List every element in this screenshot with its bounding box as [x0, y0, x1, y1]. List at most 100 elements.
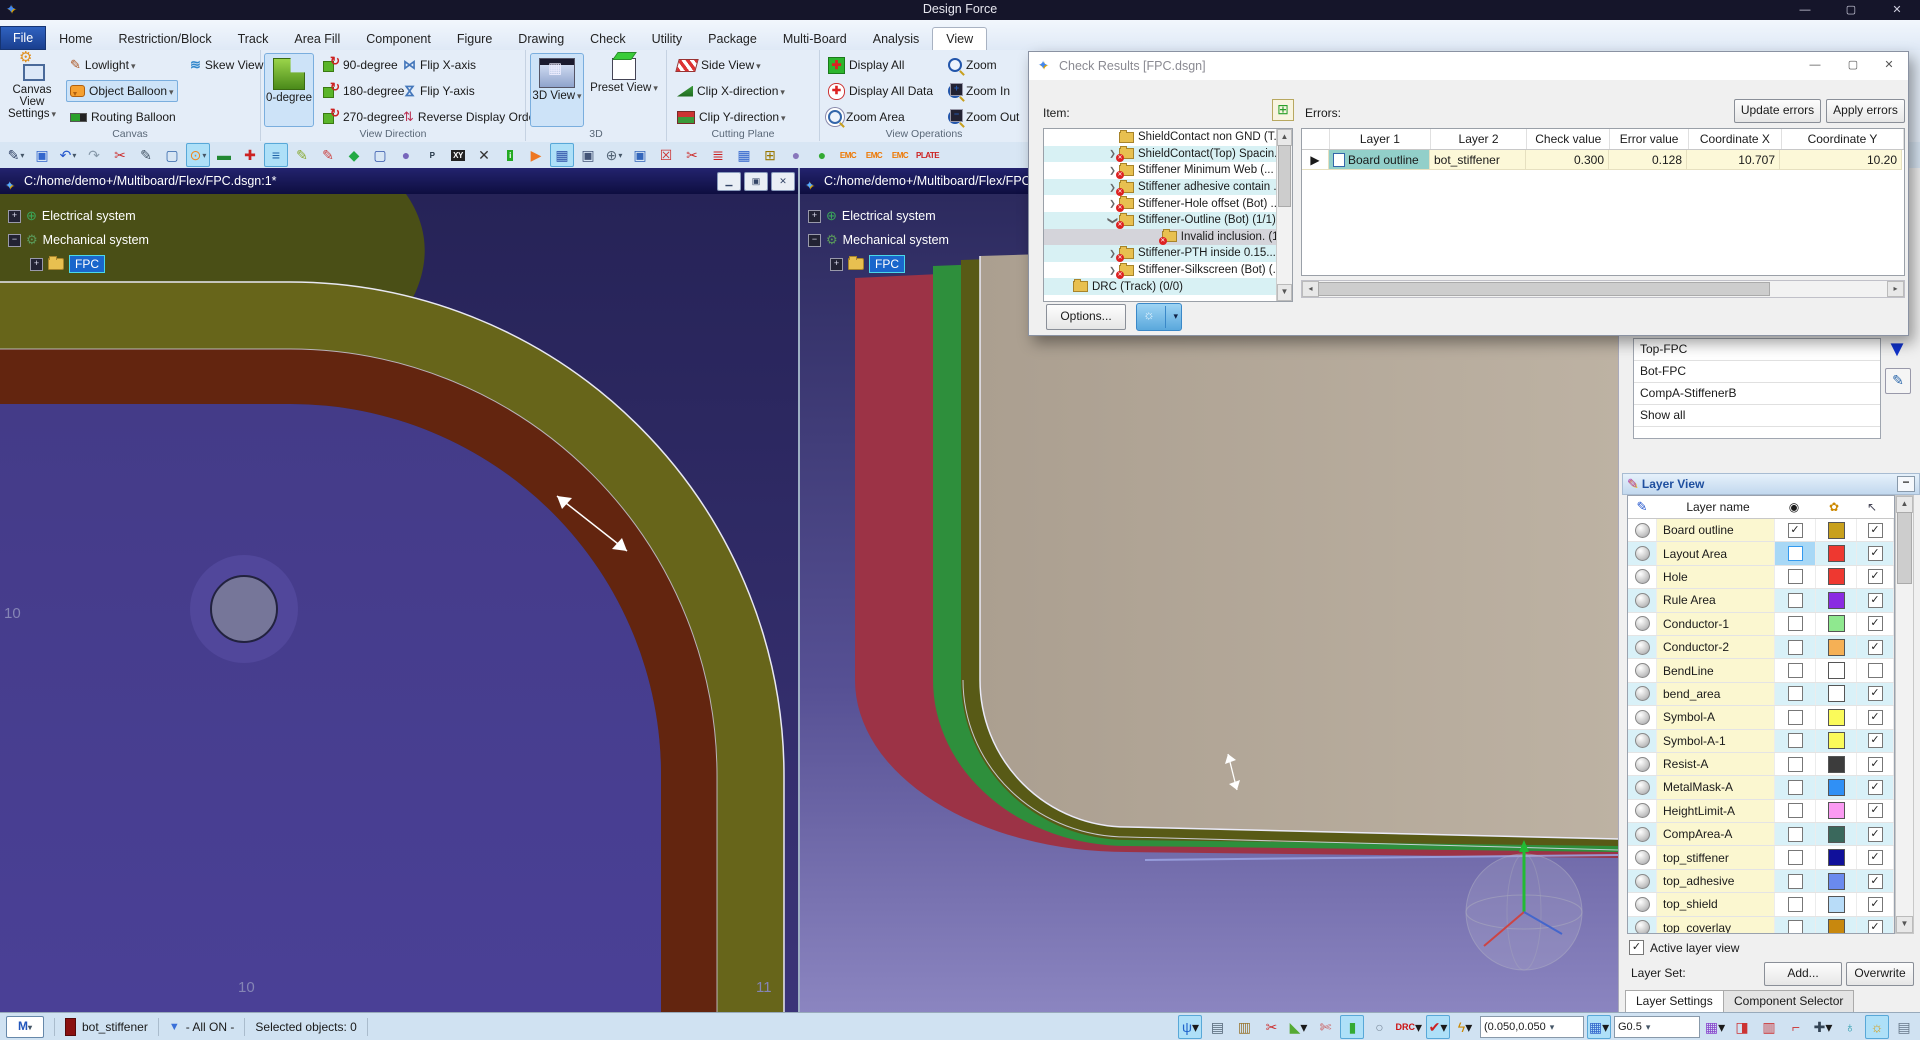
check-tree-item[interactable]: ❯✕Stiffener-Silkscreen (Bot) (... [1044, 262, 1292, 279]
design-tree-icon[interactable]: ≡ [264, 143, 288, 167]
layer-visibility-checkbox[interactable] [1788, 780, 1803, 795]
layer-select-checkbox[interactable] [1868, 710, 1883, 725]
close-x-icon[interactable]: ✕ [472, 143, 496, 167]
layer-visibility-cell[interactable] [1775, 917, 1816, 934]
inspect-icon[interactable]: ⊕▾ [602, 143, 626, 167]
menu-tab-check[interactable]: Check [577, 28, 638, 50]
save-icon[interactable]: ▣ [30, 143, 54, 167]
layer-color-swatch[interactable] [1828, 802, 1845, 819]
layer-color-swatch[interactable] [1828, 639, 1845, 656]
layer-view-minimize-button[interactable]: − [1897, 476, 1915, 492]
active-layer-indicator[interactable]: bot_stiffener [65, 1018, 148, 1036]
layer-visibility-cell[interactable] [1775, 589, 1816, 611]
layer-color-cell[interactable] [1816, 870, 1857, 892]
lowlight-button[interactable]: ✎ Lowlight [66, 54, 139, 76]
layer-visibility-checkbox[interactable] [1788, 874, 1803, 889]
preset-view-button[interactable]: Preset View [588, 53, 660, 127]
layer-color-swatch[interactable] [1828, 685, 1845, 702]
layer-visibility-checkbox[interactable] [1788, 897, 1803, 912]
layer-visibility-cell[interactable] [1775, 776, 1816, 798]
layer-visibility-cell[interactable] [1775, 846, 1816, 868]
layer-color-swatch[interactable] [1828, 873, 1845, 890]
layer-active-radio[interactable] [1628, 636, 1657, 658]
layer-select-cell[interactable] [1857, 636, 1894, 658]
layer-select-cell[interactable] [1857, 613, 1894, 635]
layer-color-cell[interactable] [1816, 683, 1857, 705]
grid-view-icon[interactable]: ▦▾ [1703, 1015, 1727, 1039]
layer-visibility-checkbox[interactable] [1788, 569, 1803, 584]
app-minimize-button[interactable]: — [1782, 0, 1828, 20]
layer-select-cell[interactable] [1857, 893, 1894, 915]
menu-tab-view[interactable]: View [932, 27, 987, 50]
layer-set-item-bot-fpc[interactable]: Bot-FPC [1634, 361, 1880, 383]
layer-visibility-cell[interactable] [1775, 659, 1816, 681]
layer-active-radio[interactable] [1628, 659, 1657, 681]
layer-color-swatch[interactable] [1828, 545, 1845, 562]
menu-tab-figure[interactable]: Figure [444, 28, 505, 50]
edit-list-button[interactable]: ✎ [1885, 368, 1911, 394]
menu-tab-restriction-block[interactable]: Restriction/Block [106, 28, 225, 50]
grid-blue-icon[interactable]: ▦ [732, 143, 756, 167]
layer-select-checkbox[interactable] [1868, 733, 1883, 748]
check-tree-item[interactable]: ❯✕Stiffener adhesive contain ... [1044, 179, 1292, 196]
errors-table-hscrollbar[interactable]: ◂ ▸ [1301, 280, 1905, 298]
layer-visibility-cell[interactable] [1775, 870, 1816, 892]
layer-select-checkbox[interactable] [1868, 593, 1883, 608]
verify-icon[interactable]: ✔▾ [1426, 1015, 1450, 1039]
layer-color-swatch[interactable] [1828, 732, 1845, 749]
layer-select-checkbox[interactable] [1868, 803, 1883, 818]
grid-settings-icon[interactable]: ⊞ [758, 143, 782, 167]
layer-visibility-cell[interactable] [1775, 730, 1816, 752]
check-tree-item[interactable]: ❯✕Stiffener Minimum Web (... [1044, 162, 1292, 179]
ic-chip-icon[interactable]: ▥ [1232, 1015, 1256, 1039]
flip-board-icon[interactable]: ◨ [1730, 1015, 1754, 1039]
window1-close-button[interactable]: ✕ [771, 172, 795, 191]
mode-button[interactable]: M▾ [6, 1016, 44, 1038]
emc-rule-icon[interactable]: EMC [862, 143, 886, 167]
window-icon[interactable]: ▣ [576, 143, 600, 167]
layer-visibility-cell[interactable] [1775, 893, 1816, 915]
display-all-icon[interactable]: ✚ [238, 143, 262, 167]
collapse-icon[interactable]: − [808, 234, 821, 247]
active-layer-view-checkbox[interactable] [1629, 940, 1644, 955]
layer-select-checkbox[interactable] [1868, 686, 1883, 701]
tree-item-mechanical-system[interactable]: −⚙Mechanical system [808, 228, 949, 252]
layer-visibility-checkbox[interactable] [1788, 663, 1803, 678]
layer-color-cell[interactable] [1816, 659, 1857, 681]
overwrite-layer-set-button[interactable]: Overwrite [1846, 962, 1914, 986]
info-icon[interactable]: i [498, 143, 522, 167]
layer-color-swatch[interactable] [1828, 592, 1845, 609]
layer-select-checkbox[interactable] [1868, 874, 1883, 889]
undo-icon[interactable]: ↶▾ [56, 143, 80, 167]
layer-visibility-checkbox[interactable] [1788, 827, 1803, 842]
clip-x-button[interactable]: Clip X-direction [673, 80, 789, 102]
layer-visibility-cell[interactable] [1775, 753, 1816, 775]
filter-indicator[interactable]: ▼ - All ON - [169, 1020, 235, 1034]
layer-visibility-checkbox[interactable] [1788, 803, 1803, 818]
tree-item-fpc[interactable]: +FPC [8, 252, 149, 276]
layer-color-swatch[interactable] [1828, 896, 1845, 913]
tree-item-mechanical-system[interactable]: −⚙Mechanical system [8, 228, 149, 252]
reverse-display-order-button[interactable]: ⇅ Reverse Display Order [399, 106, 543, 128]
menu-tab-area-fill[interactable]: Area Fill [281, 28, 353, 50]
wireless-measure-icon[interactable]: ψ▾ [1178, 1015, 1202, 1039]
clip-y-button[interactable]: Clip Y-direction [673, 106, 790, 128]
panel-icon[interactable]: ▢ [368, 143, 392, 167]
lowlight-brush-icon[interactable]: ✎ [316, 143, 340, 167]
layer-select-cell[interactable] [1857, 730, 1894, 752]
layer-select-checkbox[interactable] [1868, 780, 1883, 795]
layer-select-cell[interactable] [1857, 846, 1894, 868]
check-tree-item[interactable]: ❯✕Stiffener-PTH inside 0.15... [1044, 245, 1292, 262]
world-view-icon[interactable]: ♁ [1838, 1015, 1862, 1039]
scroll-down-arrow[interactable]: ▼ [1896, 916, 1913, 933]
layer-color-swatch[interactable] [1828, 568, 1845, 585]
layer-select-cell[interactable] [1857, 800, 1894, 822]
layer-color-swatch[interactable] [1828, 662, 1845, 679]
layer-active-radio[interactable] [1628, 613, 1657, 635]
check-tree-item[interactable]: ❮✕Stiffener-Outline (Bot) (1/1) [1044, 212, 1292, 229]
delete-3d-icon[interactable]: ☒ [654, 143, 678, 167]
add-check-item-button[interactable]: ⊞ [1272, 99, 1294, 121]
sphere-purple-icon[interactable]: ● [784, 143, 808, 167]
check-tree-item[interactable]: ❯✕ShieldContact(Top) Spacin... [1044, 146, 1292, 163]
layer-visibility-checkbox[interactable] [1788, 523, 1803, 538]
